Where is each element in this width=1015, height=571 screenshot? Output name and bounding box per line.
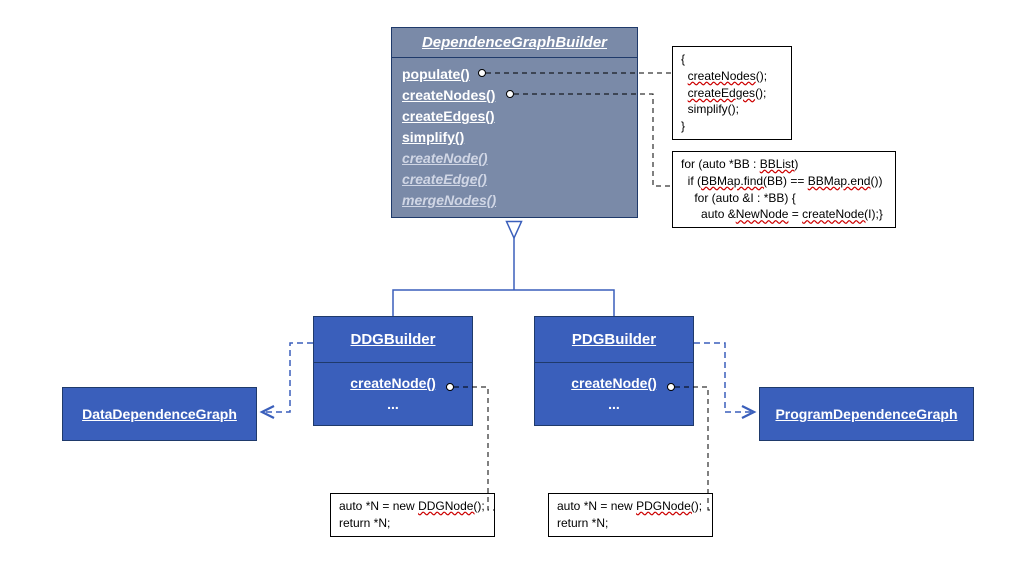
class-title: PDGBuilder [535,317,693,363]
anchor-pdg-createNode [667,383,675,391]
anchor-populate [478,69,486,77]
note-pdg-createNode: auto *N = new PDGNode(); return *N; [548,493,713,537]
note-ddg-createNode: auto *N = new DDGNode(); return *N; [330,493,495,537]
method-createNodes: createNodes() [402,85,627,106]
note-line: return *N; [339,515,486,532]
method-simplify: simplify() [402,127,627,148]
note-line: for (auto *BB : BBList) [681,156,887,173]
class-title: DDGBuilder [314,317,472,363]
dependence-graph-builder-class: DependenceGraphBuilder populate() create… [391,27,638,218]
method-mergeNodes: mergeNodes() [402,190,627,211]
method-createNode: createNode() [324,373,462,394]
note-line: auto &NewNode = createNode(I);} [681,206,887,223]
note-line: if (BBMap.find(BB) == BBMap.end()) [681,173,887,190]
method-ellipsis: ... [324,394,462,415]
method-createEdges: createEdges() [402,106,627,127]
method-createEdge: createEdge() [402,169,627,190]
note-line: for (auto &I : *BB) { [681,190,887,207]
note-line: createNodes(); [681,68,783,85]
anchor-createNodes [506,90,514,98]
ddg-builder-class: DDGBuilder createNode() ... [313,316,473,426]
class-title: DependenceGraphBuilder [392,28,637,58]
class-methods: createNode() ... [535,363,693,425]
anchor-ddg-createNode [446,383,454,391]
method-createNode: createNode() [402,148,627,169]
note-populate: { createNodes(); createEdges(); simplify… [672,46,792,140]
method-ellipsis: ... [545,394,683,415]
class-methods: createNode() ... [314,363,472,425]
pdg-builder-class: PDGBuilder createNode() ... [534,316,694,426]
note-line: return *N; [557,515,704,532]
class-methods: populate() createNodes() createEdges() s… [392,58,637,217]
note-line: simplify(); [681,101,783,118]
method-populate: populate() [402,64,627,85]
note-line: auto *N = new DDGNode(); [339,498,486,515]
note-createNodes: for (auto *BB : BBList) if (BBMap.find(B… [672,151,896,228]
note-line: createEdges(); [681,85,783,102]
note-line: auto *N = new PDGNode(); [557,498,704,515]
note-line: { [681,51,783,68]
program-dependence-graph: ProgramDependenceGraph [759,387,974,441]
method-createNode: createNode() [545,373,683,394]
note-line: } [681,118,783,135]
data-dependence-graph: DataDependenceGraph [62,387,257,441]
